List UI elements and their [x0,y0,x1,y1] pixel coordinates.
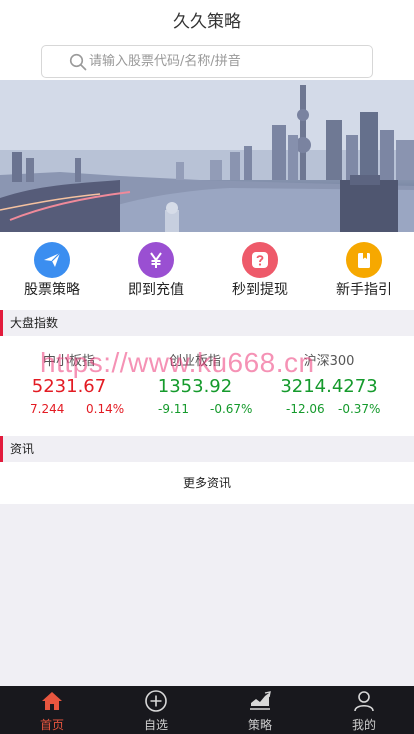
book-icon [346,242,382,278]
quick-link-label: 新手指引 [336,282,392,298]
chart-icon [250,691,271,710]
index-percent: -0.67% [210,402,253,416]
tab-label: 自选 [143,718,168,732]
yen-icon [138,242,174,278]
bottom-tab-bar: 首页 自选 策略 我的 [0,686,414,734]
tab-watchlist[interactable]: 自选 [104,686,208,734]
plus-circle-icon [145,690,167,712]
index-price: 3214.4273 [280,376,378,397]
news-section-title: 资讯 [0,436,414,462]
paper-plane-icon [34,242,70,278]
search-bar: 请输入股票代码/名称/拼音 [0,44,414,80]
more-news-link[interactable]: 更多资讯 [0,462,414,504]
quick-link-strategy[interactable]: 股票策略 [0,232,104,310]
tab-label: 策略 [247,718,272,732]
quick-link-withdraw[interactable]: 秒到提现 [208,232,312,310]
quick-link-label: 秒到提现 [232,282,288,298]
search-input[interactable]: 请输入股票代码/名称/拼音 [41,45,373,78]
question-icon [242,242,278,278]
tab-label: 我的 [351,718,376,732]
quick-link-guide[interactable]: 新手指引 [312,232,414,310]
index-price: 1353.92 [157,376,233,397]
index-change: -9.11 [158,402,190,416]
city-skyline-banner[interactable] [0,80,414,232]
index-change: 7.244 [30,402,65,416]
index-percent: -0.37% [338,402,381,416]
quick-link-recharge[interactable]: 即到充值 [104,232,208,310]
news-panel: 更多资讯 [0,462,414,504]
index-change: -12.06 [286,402,325,416]
user-icon [354,691,374,712]
index-price: 5231.67 [31,376,107,397]
skyline-image [0,80,414,232]
quick-link-label: 股票策略 [24,282,80,298]
quick-links: 股票策略 即到充值 秒到提现 新手指引 [0,232,414,310]
watermark-text: https://www.ku668.cn [40,347,315,378]
tab-label: 首页 [39,718,64,732]
tab-home[interactable]: 首页 [0,686,104,734]
tab-strategy[interactable]: 策略 [208,686,312,734]
market-section-title: 大盘指数 [0,310,414,336]
search-placeholder: 请输入股票代码/名称/拼音 [89,54,241,69]
quick-link-label: 即到充值 [128,282,184,298]
home-icon [42,692,62,710]
tab-profile[interactable]: 我的 [312,686,414,734]
search-icon [69,53,87,71]
index-percent: 0.14% [86,402,125,416]
page-title: 久久策略 [0,0,414,44]
